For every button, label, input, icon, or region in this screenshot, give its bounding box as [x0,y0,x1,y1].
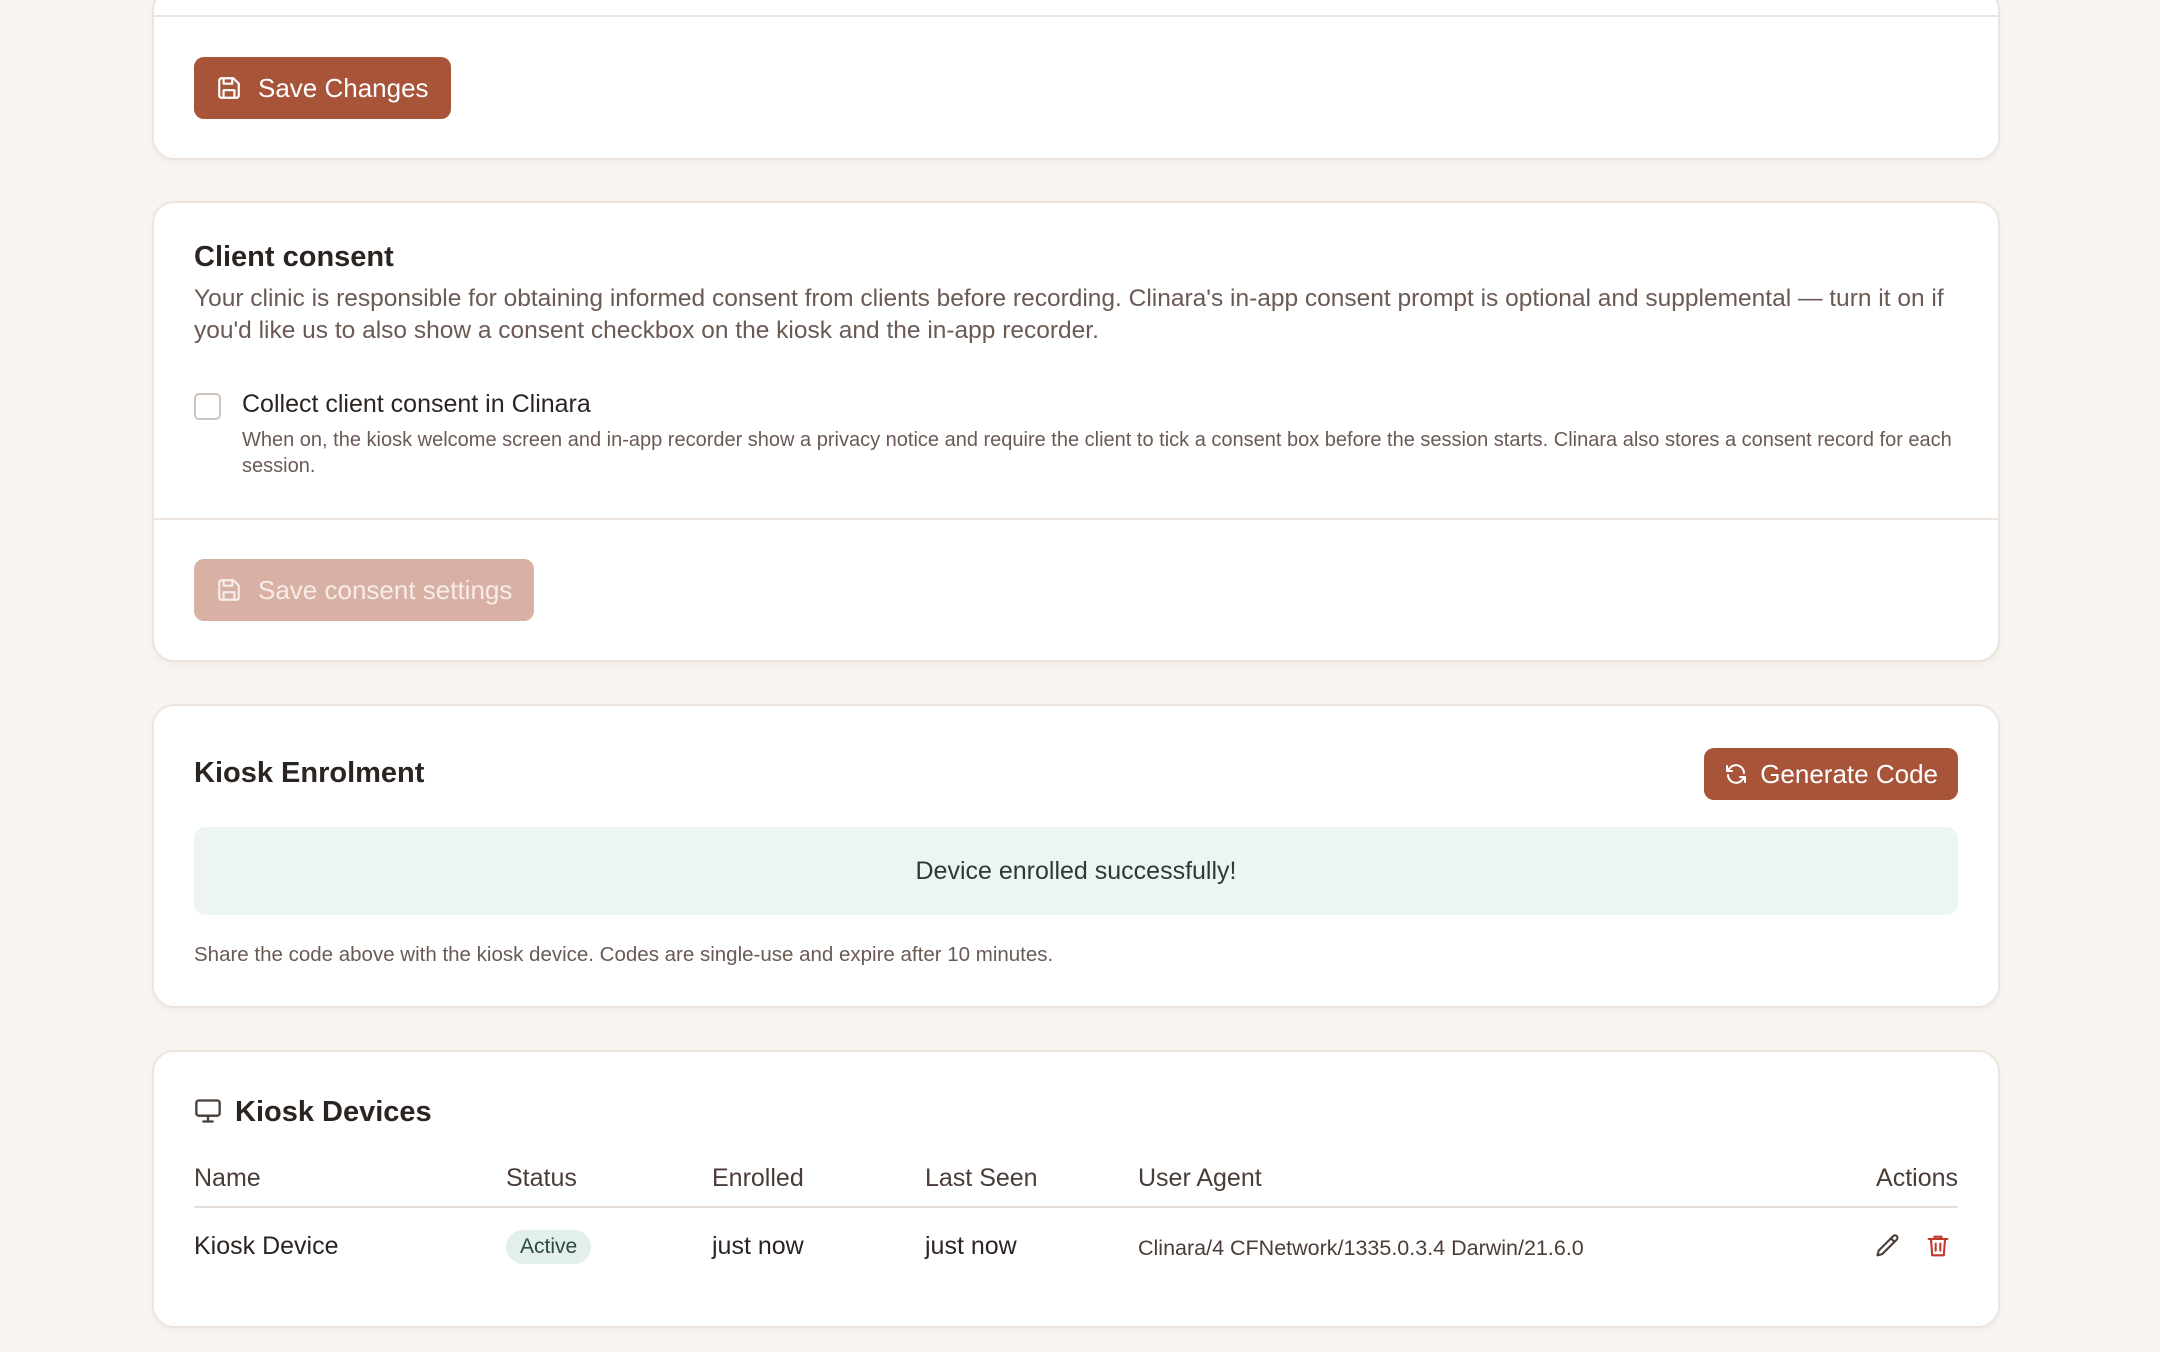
column-header-last-seen: Last Seen [925,1164,1038,1192]
trash-icon[interactable] [1924,1232,1952,1260]
consent-checkbox-label[interactable]: Collect client consent in Clinara [242,390,591,419]
device-enrolled: just now [712,1232,804,1260]
kiosk-devices-card: Kiosk Devices Name Status Enrolled Last … [152,1050,2000,1328]
generate-code-button[interactable]: Generate Code [1704,748,1958,800]
monitor-icon [194,1098,222,1124]
column-header-enrolled: Enrolled [712,1164,804,1192]
enrolment-success-message: Device enrolled successfully! [194,827,1958,915]
floppy-disk-icon [216,75,242,101]
generate-code-label: Generate Code [1760,758,1938,789]
device-last-seen: just now [925,1232,1017,1260]
enrolment-help-text: Share the code above with the kiosk devi… [194,943,1054,966]
table-header-divider [194,1206,1958,1208]
client-consent-card: Client consent Your clinic is responsibl… [152,201,2000,662]
column-header-status: Status [506,1164,577,1192]
consent-title: Client consent [194,241,394,273]
save-consent-settings-label: Save consent settings [258,574,513,605]
column-header-actions: Actions [1876,1164,1958,1192]
consent-checkbox[interactable] [194,393,221,420]
column-header-name: Name [194,1164,261,1192]
card-divider [154,15,1998,17]
settings-card: Save Changes [152,0,2000,160]
devices-title: Kiosk Devices [235,1096,432,1128]
kiosk-enrolment-card: Kiosk Enrolment Generate Code Device enr… [152,704,2000,1008]
refresh-icon [1724,762,1748,786]
enrolment-title: Kiosk Enrolment [194,757,425,789]
device-user-agent: Clinara/4 CFNetwork/1335.0.3.4 Darwin/21… [1138,1236,1584,1260]
column-header-user-agent: User Agent [1138,1164,1262,1192]
save-consent-settings-button[interactable]: Save consent settings [194,559,535,621]
consent-checkbox-help: When on, the kiosk welcome screen and in… [242,429,1952,477]
card-divider [154,518,1998,520]
save-changes-label: Save Changes [258,72,429,103]
floppy-disk-icon [216,577,242,603]
pencil-icon[interactable] [1874,1232,1902,1260]
save-changes-button[interactable]: Save Changes [194,57,451,119]
device-name: Kiosk Device [194,1232,339,1260]
consent-description: Your clinic is responsible for obtaining… [194,285,1944,344]
status-badge: Active [506,1230,592,1264]
success-message-text: Device enrolled successfully! [915,856,1237,885]
